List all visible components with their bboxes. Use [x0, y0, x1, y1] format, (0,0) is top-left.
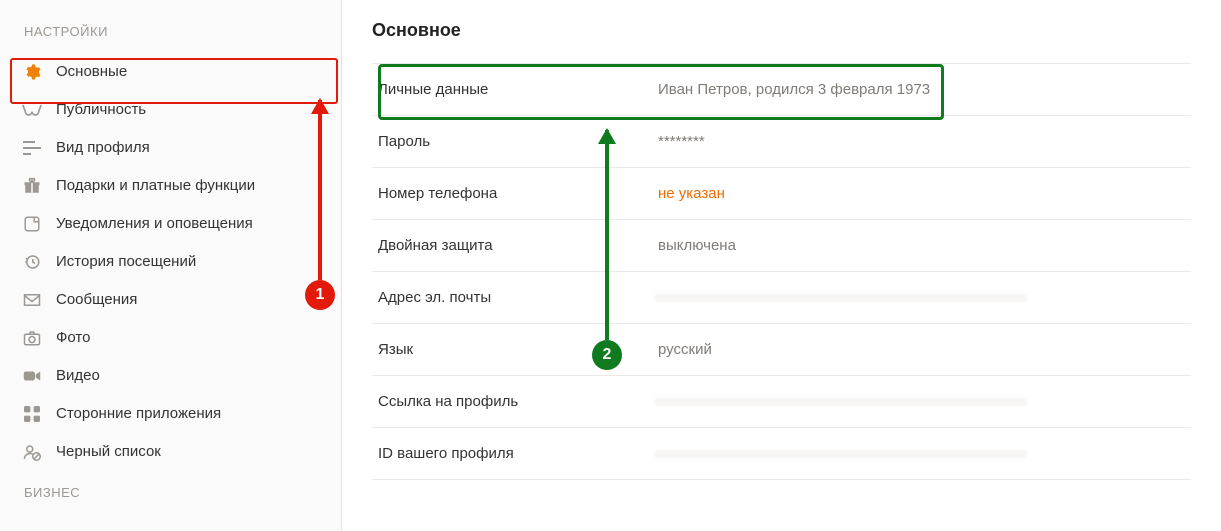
sidebar-item-label: Подарки и платные функции: [56, 176, 255, 196]
sidebar-item-label: Сторонние приложения: [56, 404, 221, 424]
sidebar-item-label: Черный список: [56, 442, 161, 462]
row-personal-data[interactable]: Личные данные Иван Петров, родился 3 фев…: [372, 63, 1191, 115]
sidebar-heading-business: БИЗНЕС: [0, 479, 341, 514]
setting-label: Двойная защита: [378, 237, 658, 254]
row-profile-link[interactable]: Ссылка на профиль: [372, 375, 1191, 427]
setting-value: Иван Петров, родился 3 февраля 1973: [658, 81, 1185, 98]
sidebar: НАСТРОЙКИ Основные Публичность Вид профи…: [0, 0, 342, 531]
sidebar-item-history[interactable]: История посещений: [0, 243, 341, 281]
row-profile-id[interactable]: ID вашего профиля: [372, 427, 1191, 480]
setting-label: Ссылка на профиль: [378, 393, 658, 410]
sidebar-item-label: Видео: [56, 366, 100, 386]
sidebar-item-label: Фото: [56, 328, 90, 348]
page-title: Основное: [372, 20, 1191, 41]
sidebar-item-photo[interactable]: Фото: [0, 319, 341, 357]
sidebar-item-profile-view[interactable]: Вид профиля: [0, 129, 341, 167]
video-icon: [22, 366, 42, 386]
sidebar-item-apps[interactable]: Сторонние приложения: [0, 395, 341, 433]
history-icon: [22, 252, 42, 272]
setting-label: Личные данные: [378, 81, 658, 98]
sidebar-heading-settings: НАСТРОЙКИ: [0, 18, 341, 53]
row-phone[interactable]: Номер телефона не указан: [372, 167, 1191, 219]
sidebar-item-messages[interactable]: Сообщения: [0, 281, 341, 319]
sidebar-item-label: Основные: [56, 62, 127, 82]
gift-icon: [22, 176, 42, 196]
setting-label: Язык: [378, 341, 658, 358]
setting-label: ID вашего профиля: [378, 445, 658, 462]
sidebar-item-label: Вид профиля: [56, 138, 150, 158]
camera-icon: [22, 328, 42, 348]
setting-label: Адрес эл. почты: [378, 289, 658, 306]
glasses-icon: [22, 100, 42, 120]
main-panel: Основное Личные данные Иван Петров, роди…: [342, 0, 1221, 531]
sidebar-item-gifts[interactable]: Подарки и платные функции: [0, 167, 341, 205]
settings-list: Личные данные Иван Петров, родился 3 фев…: [372, 63, 1191, 480]
list-icon: [22, 138, 42, 158]
setting-label: Номер телефона: [378, 185, 658, 202]
sidebar-item-label: Сообщения: [56, 290, 137, 310]
sidebar-item-basic[interactable]: Основные: [0, 53, 341, 91]
setting-value: не указан: [658, 185, 1185, 202]
apps-icon: [22, 404, 42, 424]
notify-icon: [22, 214, 42, 234]
mail-icon: [22, 290, 42, 310]
setting-value: русский: [658, 341, 1185, 358]
row-2fa[interactable]: Двойная защита выключена: [372, 219, 1191, 271]
sidebar-item-blacklist[interactable]: Черный список: [0, 433, 341, 471]
blacklist-icon: [22, 442, 42, 462]
row-language[interactable]: Язык русский: [372, 323, 1191, 375]
sidebar-item-publicity[interactable]: Публичность: [0, 91, 341, 129]
setting-value: ********: [658, 133, 1185, 150]
sidebar-item-label: Уведомления и оповещения: [56, 214, 253, 234]
sidebar-item-label: История посещений: [56, 252, 196, 272]
sidebar-item-label: Публичность: [56, 100, 146, 120]
row-email[interactable]: Адрес эл. почты: [372, 271, 1191, 323]
row-password[interactable]: Пароль ********: [372, 115, 1191, 167]
setting-value: выключена: [658, 237, 1185, 254]
gear-icon: [22, 62, 42, 82]
sidebar-item-video[interactable]: Видео: [0, 357, 341, 395]
setting-label: Пароль: [378, 133, 658, 150]
sidebar-item-notifications[interactable]: Уведомления и оповещения: [0, 205, 341, 243]
